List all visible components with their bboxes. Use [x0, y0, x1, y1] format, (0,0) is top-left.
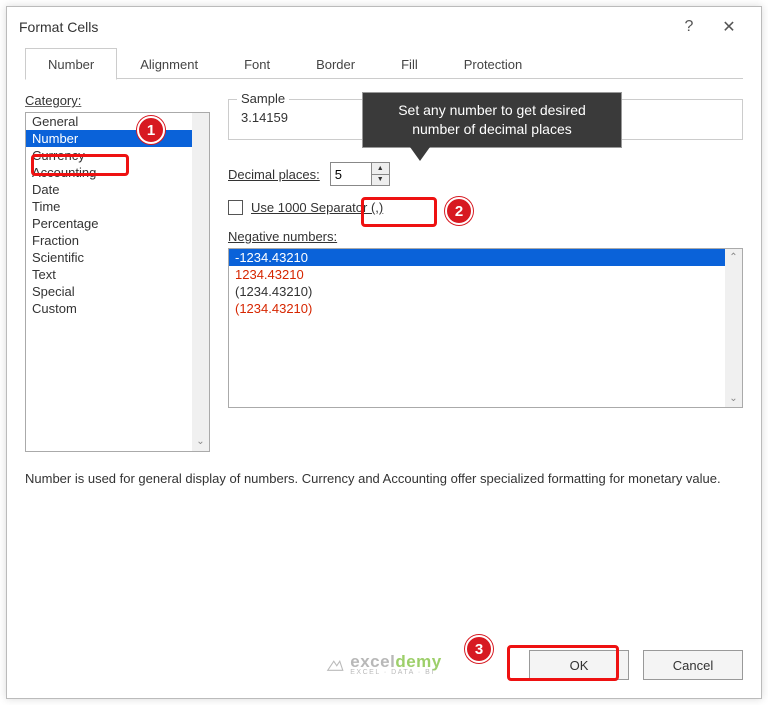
category-item[interactable]: Text — [26, 266, 209, 283]
thousand-separator-checkbox[interactable] — [228, 200, 243, 215]
spinner-up-icon[interactable]: ▲ — [372, 163, 389, 175]
category-item[interactable]: Custom — [26, 300, 209, 317]
category-item[interactable]: Time — [26, 198, 209, 215]
category-item[interactable]: Scientific — [26, 249, 209, 266]
scrollbar[interactable]: ⌄ — [192, 113, 209, 451]
scrollbar[interactable]: ⌃⌄ — [725, 249, 742, 407]
negative-numbers-list[interactable]: -1234.432101234.43210(1234.43210)(1234.4… — [228, 248, 743, 408]
category-label: Category: — [25, 93, 210, 108]
annotation-marker-2: 2 — [445, 197, 473, 225]
negative-number-item[interactable]: -1234.43210 — [229, 249, 725, 266]
category-item[interactable]: Number — [26, 130, 209, 147]
tab-number[interactable]: Number — [25, 48, 117, 80]
cancel-button[interactable]: Cancel — [643, 650, 743, 680]
category-item[interactable]: General — [26, 113, 209, 130]
help-button[interactable]: ? — [669, 12, 709, 42]
format-cells-dialog: Format Cells ? ✕ NumberAlignmentFontBord… — [6, 6, 762, 699]
category-item[interactable]: Fraction — [26, 232, 209, 249]
decimal-places-label: Decimal places: — [228, 167, 320, 182]
annotation-marker-3: 3 — [465, 635, 493, 663]
category-item[interactable]: Special — [26, 283, 209, 300]
tab-alignment[interactable]: Alignment — [117, 48, 221, 80]
watermark: exceldemy EXCEL · DATA · BI — [326, 653, 441, 676]
category-item[interactable]: Date — [26, 181, 209, 198]
decimal-places-spinner[interactable]: ▲ ▼ — [330, 162, 390, 186]
decimal-places-input[interactable] — [331, 163, 371, 185]
category-item[interactable]: Percentage — [26, 215, 209, 232]
tabs: NumberAlignmentFontBorderFillProtection — [25, 47, 743, 79]
negative-number-item[interactable]: (1234.43210) — [229, 300, 725, 317]
dialog-title: Format Cells — [19, 19, 669, 35]
exceldemy-logo-icon — [326, 658, 344, 672]
negative-numbers-label: Negative numbers: — [228, 229, 743, 244]
spinner-down-icon[interactable]: ▼ — [372, 175, 389, 186]
titlebar: Format Cells ? ✕ — [7, 7, 761, 47]
category-item[interactable]: Currency — [26, 147, 209, 164]
sample-legend: Sample — [237, 91, 289, 106]
negative-number-item[interactable]: 1234.43210 — [229, 266, 725, 283]
thousand-separator-label: Use 1000 Separator (,) — [251, 200, 383, 215]
tab-protection[interactable]: Protection — [441, 48, 546, 80]
category-list[interactable]: GeneralNumberCurrencyAccountingDateTimeP… — [25, 112, 210, 452]
category-item[interactable]: Accounting — [26, 164, 209, 181]
negative-number-item[interactable]: (1234.43210) — [229, 283, 725, 300]
annotation-marker-1: 1 — [137, 116, 165, 144]
tab-border[interactable]: Border — [293, 48, 378, 80]
annotation-callout: Set any number to get desired number of … — [362, 92, 622, 148]
ok-button[interactable]: OK — [529, 650, 629, 680]
description-text: Number is used for general display of nu… — [7, 452, 761, 488]
close-button[interactable]: ✕ — [709, 12, 749, 42]
tab-fill[interactable]: Fill — [378, 48, 441, 80]
tab-font[interactable]: Font — [221, 48, 293, 80]
